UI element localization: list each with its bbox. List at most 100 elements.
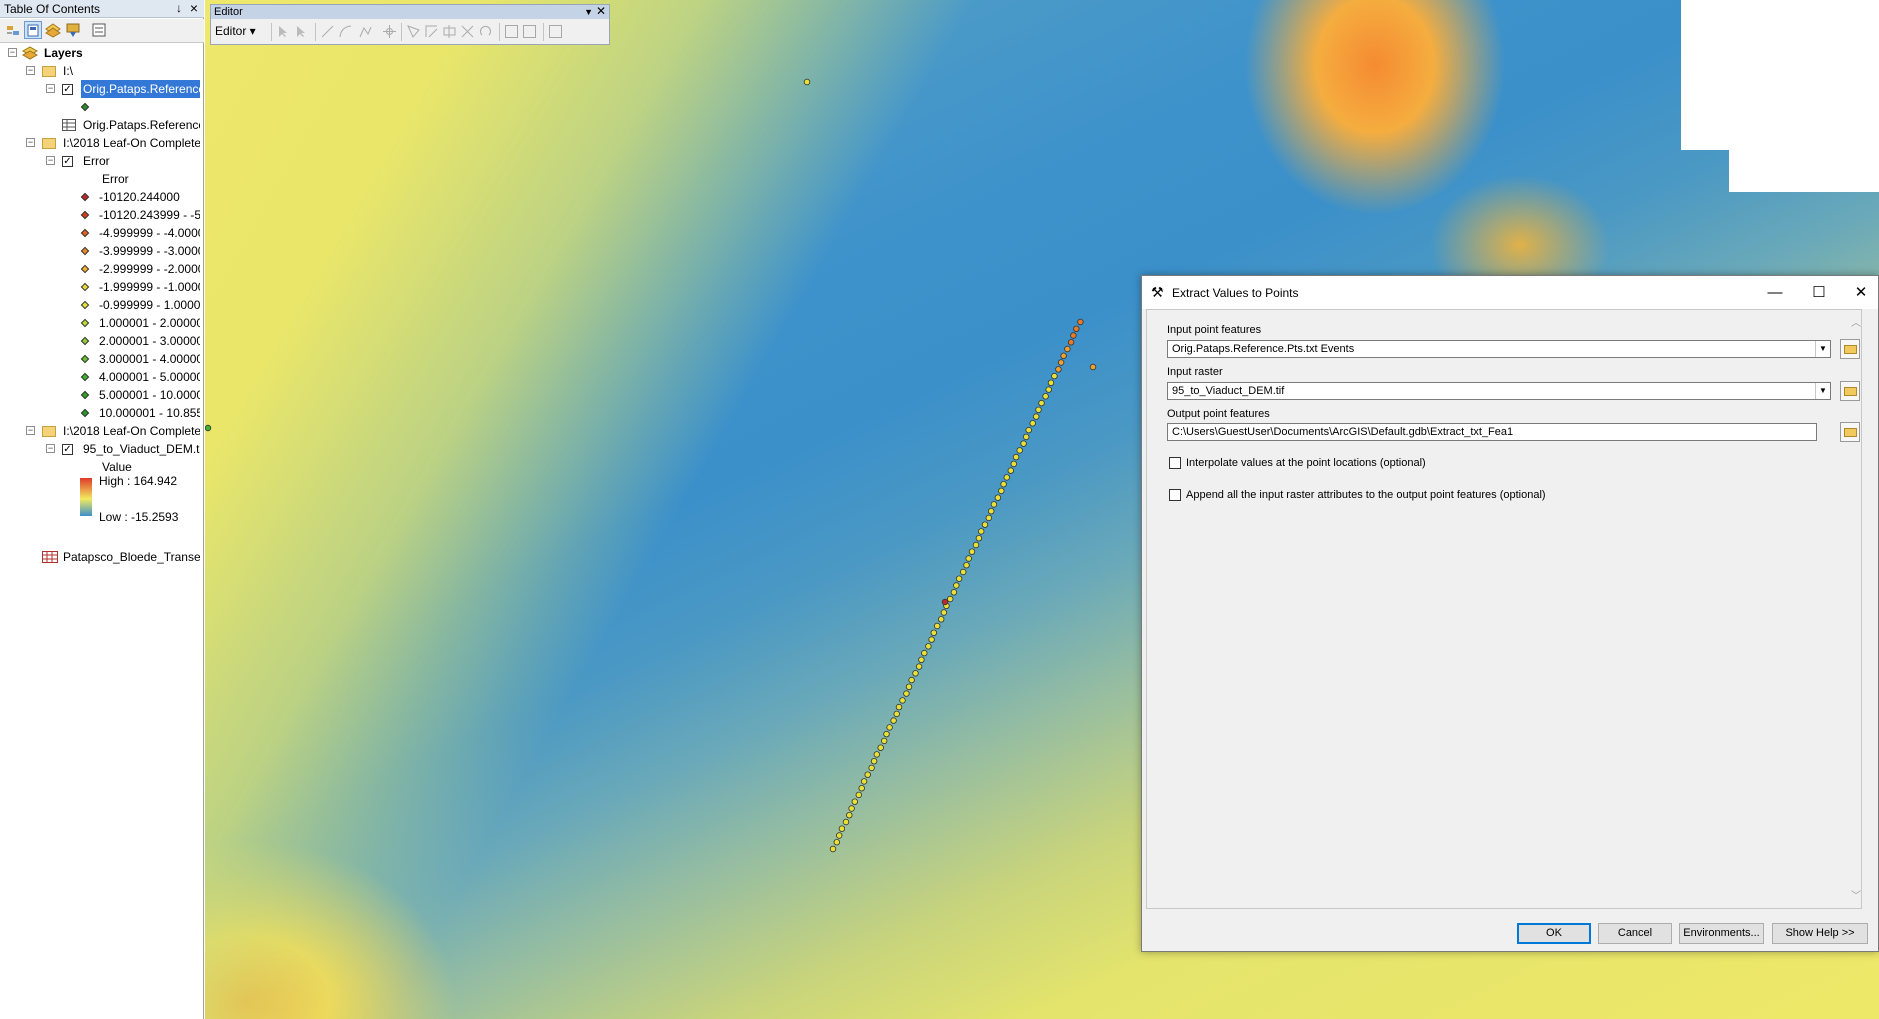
transect-point [1003, 474, 1010, 481]
edit-annotation-tool-icon[interactable] [295, 25, 308, 38]
list-by-selection-icon[interactable] [64, 21, 82, 39]
create-features-icon[interactable] [549, 25, 562, 38]
transect-point [1033, 413, 1040, 420]
toc-title: Table Of Contents [4, 2, 101, 16]
sketch-properties-icon[interactable] [523, 25, 536, 38]
point-symbol-icon [80, 228, 90, 238]
input-point-features-select[interactable]: Orig.Pataps.Reference.Pts.txt Events ▼ [1167, 340, 1831, 358]
transect-point [1051, 372, 1058, 380]
show-help-button[interactable]: Show Help >> [1772, 923, 1868, 944]
minimize-button[interactable]: — [1763, 282, 1787, 304]
scroll-up-icon[interactable]: ︿ [1851, 314, 1861, 329]
input-raster-select[interactable]: 95_to_Viaduct_DEM.tif ▼ [1167, 382, 1831, 400]
dialog-scrollbar[interactable]: ︿ ﹀ [1850, 310, 1862, 908]
split-tool-icon[interactable] [461, 25, 474, 38]
legend-heading: Error [0, 170, 200, 188]
transect-point [955, 575, 963, 582]
transect-point [975, 535, 983, 542]
close-button[interactable]: ✕ [1849, 282, 1873, 304]
legend-class: -4.999999 - -4.00000 [0, 224, 200, 242]
transect-point [985, 514, 992, 522]
list-by-source-icon[interactable] [24, 21, 42, 39]
chevron-down-icon[interactable]: ▼ [1815, 341, 1830, 357]
layer-visibility-checkbox[interactable]: ✓ [62, 156, 73, 167]
legend-class-label: -3.999999 - -3.00000 [99, 244, 200, 258]
point-tool-icon[interactable] [383, 25, 396, 38]
transect-point [1010, 460, 1017, 468]
toolbar-dropdown-icon[interactable]: ▼ [584, 5, 593, 19]
output-point-features-input[interactable]: C:\Users\GuestUser\Documents\ArcGIS\Defa… [1167, 423, 1817, 441]
transect-point [870, 758, 878, 765]
tree-root-layers[interactable]: − Layers [0, 44, 200, 62]
transect-point [883, 730, 890, 738]
straight-segment-icon[interactable] [321, 25, 334, 38]
legend-class-label: -2.999999 - -2.00000 [99, 262, 200, 276]
transect-point [1057, 359, 1065, 366]
transect-point [886, 724, 893, 731]
transect-point [947, 595, 954, 603]
legend-class-label: 1.000001 - 2.000000 [99, 316, 200, 330]
collapse-icon[interactable]: − [46, 84, 55, 93]
transect-point [908, 676, 915, 684]
options-icon[interactable] [90, 21, 108, 39]
separator [271, 23, 272, 41]
tree-item-folder-2018-b[interactable]: − I:\2018 Leaf-On Complete [0, 422, 200, 440]
transect-point [1029, 420, 1036, 427]
transect-point [1047, 379, 1055, 386]
pin-icon[interactable]: ↓ [176, 1, 182, 15]
collapse-icon[interactable]: − [8, 48, 17, 57]
rotate-tool-icon[interactable] [479, 25, 492, 38]
list-by-drawing-order-icon[interactable] [4, 21, 22, 39]
tree-item-label: Orig.Pataps.Reference [83, 118, 200, 132]
transect-point [858, 785, 865, 792]
transect-point [851, 798, 858, 805]
tree-item-dem-layer[interactable]: − ✓ 95_to_Viaduct_DEM.tif [0, 440, 200, 458]
layer-visibility-checkbox[interactable]: ✓ [62, 444, 73, 455]
tree-item-label: I:\ [63, 64, 74, 78]
tree-item-label: Patapsco_Bloede_Transect [63, 550, 200, 564]
tree-item-error-layer[interactable]: − ✓ Error [0, 152, 200, 170]
collapse-icon[interactable]: − [26, 138, 35, 147]
editor-titlebar: Editor ▼ ✕ [211, 4, 609, 19]
edit-tool-icon[interactable] [277, 25, 290, 38]
arc-segment-icon[interactable] [339, 25, 352, 38]
tree-item-transect-table[interactable]: Patapsco_Bloede_Transect [0, 548, 200, 566]
legend-class: 1.000001 - 2.000000 [0, 314, 200, 332]
trace-tool-icon[interactable] [359, 25, 372, 38]
attributes-icon[interactable] [505, 25, 518, 38]
legend-class: -1.999999 - -1.00000 [0, 278, 200, 296]
tree-item-orig-pataps-layer[interactable]: − ✓ Orig.Pataps.Reference [0, 80, 200, 98]
tree-item-label: I:\2018 Leaf-On Complete [63, 136, 200, 150]
maximize-button[interactable]: ☐ [1807, 282, 1831, 304]
editor-menu-button[interactable]: Editor ▾ [215, 24, 256, 38]
cancel-button[interactable]: Cancel [1598, 923, 1672, 944]
collapse-icon[interactable]: − [46, 156, 55, 165]
tree-item-folder-2018[interactable]: − I:\2018 Leaf-On Complete [0, 134, 200, 152]
reshape-feature-icon[interactable] [425, 25, 438, 38]
transect-point [981, 521, 989, 528]
ok-button[interactable]: OK [1517, 923, 1591, 944]
toc-close-icon[interactable]: × [190, 0, 198, 16]
tree-item-folder-i[interactable]: − I:\ [0, 62, 200, 80]
transect-point [848, 805, 855, 812]
chevron-down-icon[interactable]: ▼ [1815, 383, 1830, 399]
dialog-titlebar: ⚒ Extract Values to Points — ☐ ✕ [1142, 276, 1878, 309]
scroll-down-icon[interactable]: ﹀ [1851, 887, 1861, 902]
editor-close-icon[interactable]: ✕ [596, 4, 606, 18]
list-by-visibility-icon[interactable] [44, 21, 62, 39]
collapse-icon[interactable]: − [26, 66, 35, 75]
legend-low-label: Low : -15.2593 [99, 510, 179, 524]
layer-visibility-checkbox[interactable]: ✓ [62, 84, 73, 95]
append-attributes-checkbox[interactable] [1169, 489, 1181, 501]
transect-point [953, 582, 960, 589]
legend-class: 3.000001 - 4.000000 [0, 350, 200, 368]
tree-item-orig-pataps-table[interactable]: Orig.Pataps.Reference [0, 116, 200, 134]
collapse-icon[interactable]: − [46, 444, 55, 453]
collapse-icon[interactable]: − [26, 426, 35, 435]
cut-polygons-icon[interactable] [443, 25, 456, 38]
transect-point [903, 690, 910, 697]
environments-button[interactable]: Environments... [1679, 923, 1764, 944]
point-symbol-icon [80, 372, 90, 382]
edit-vertices-icon[interactable] [407, 25, 420, 38]
interpolate-checkbox[interactable] [1169, 457, 1181, 469]
